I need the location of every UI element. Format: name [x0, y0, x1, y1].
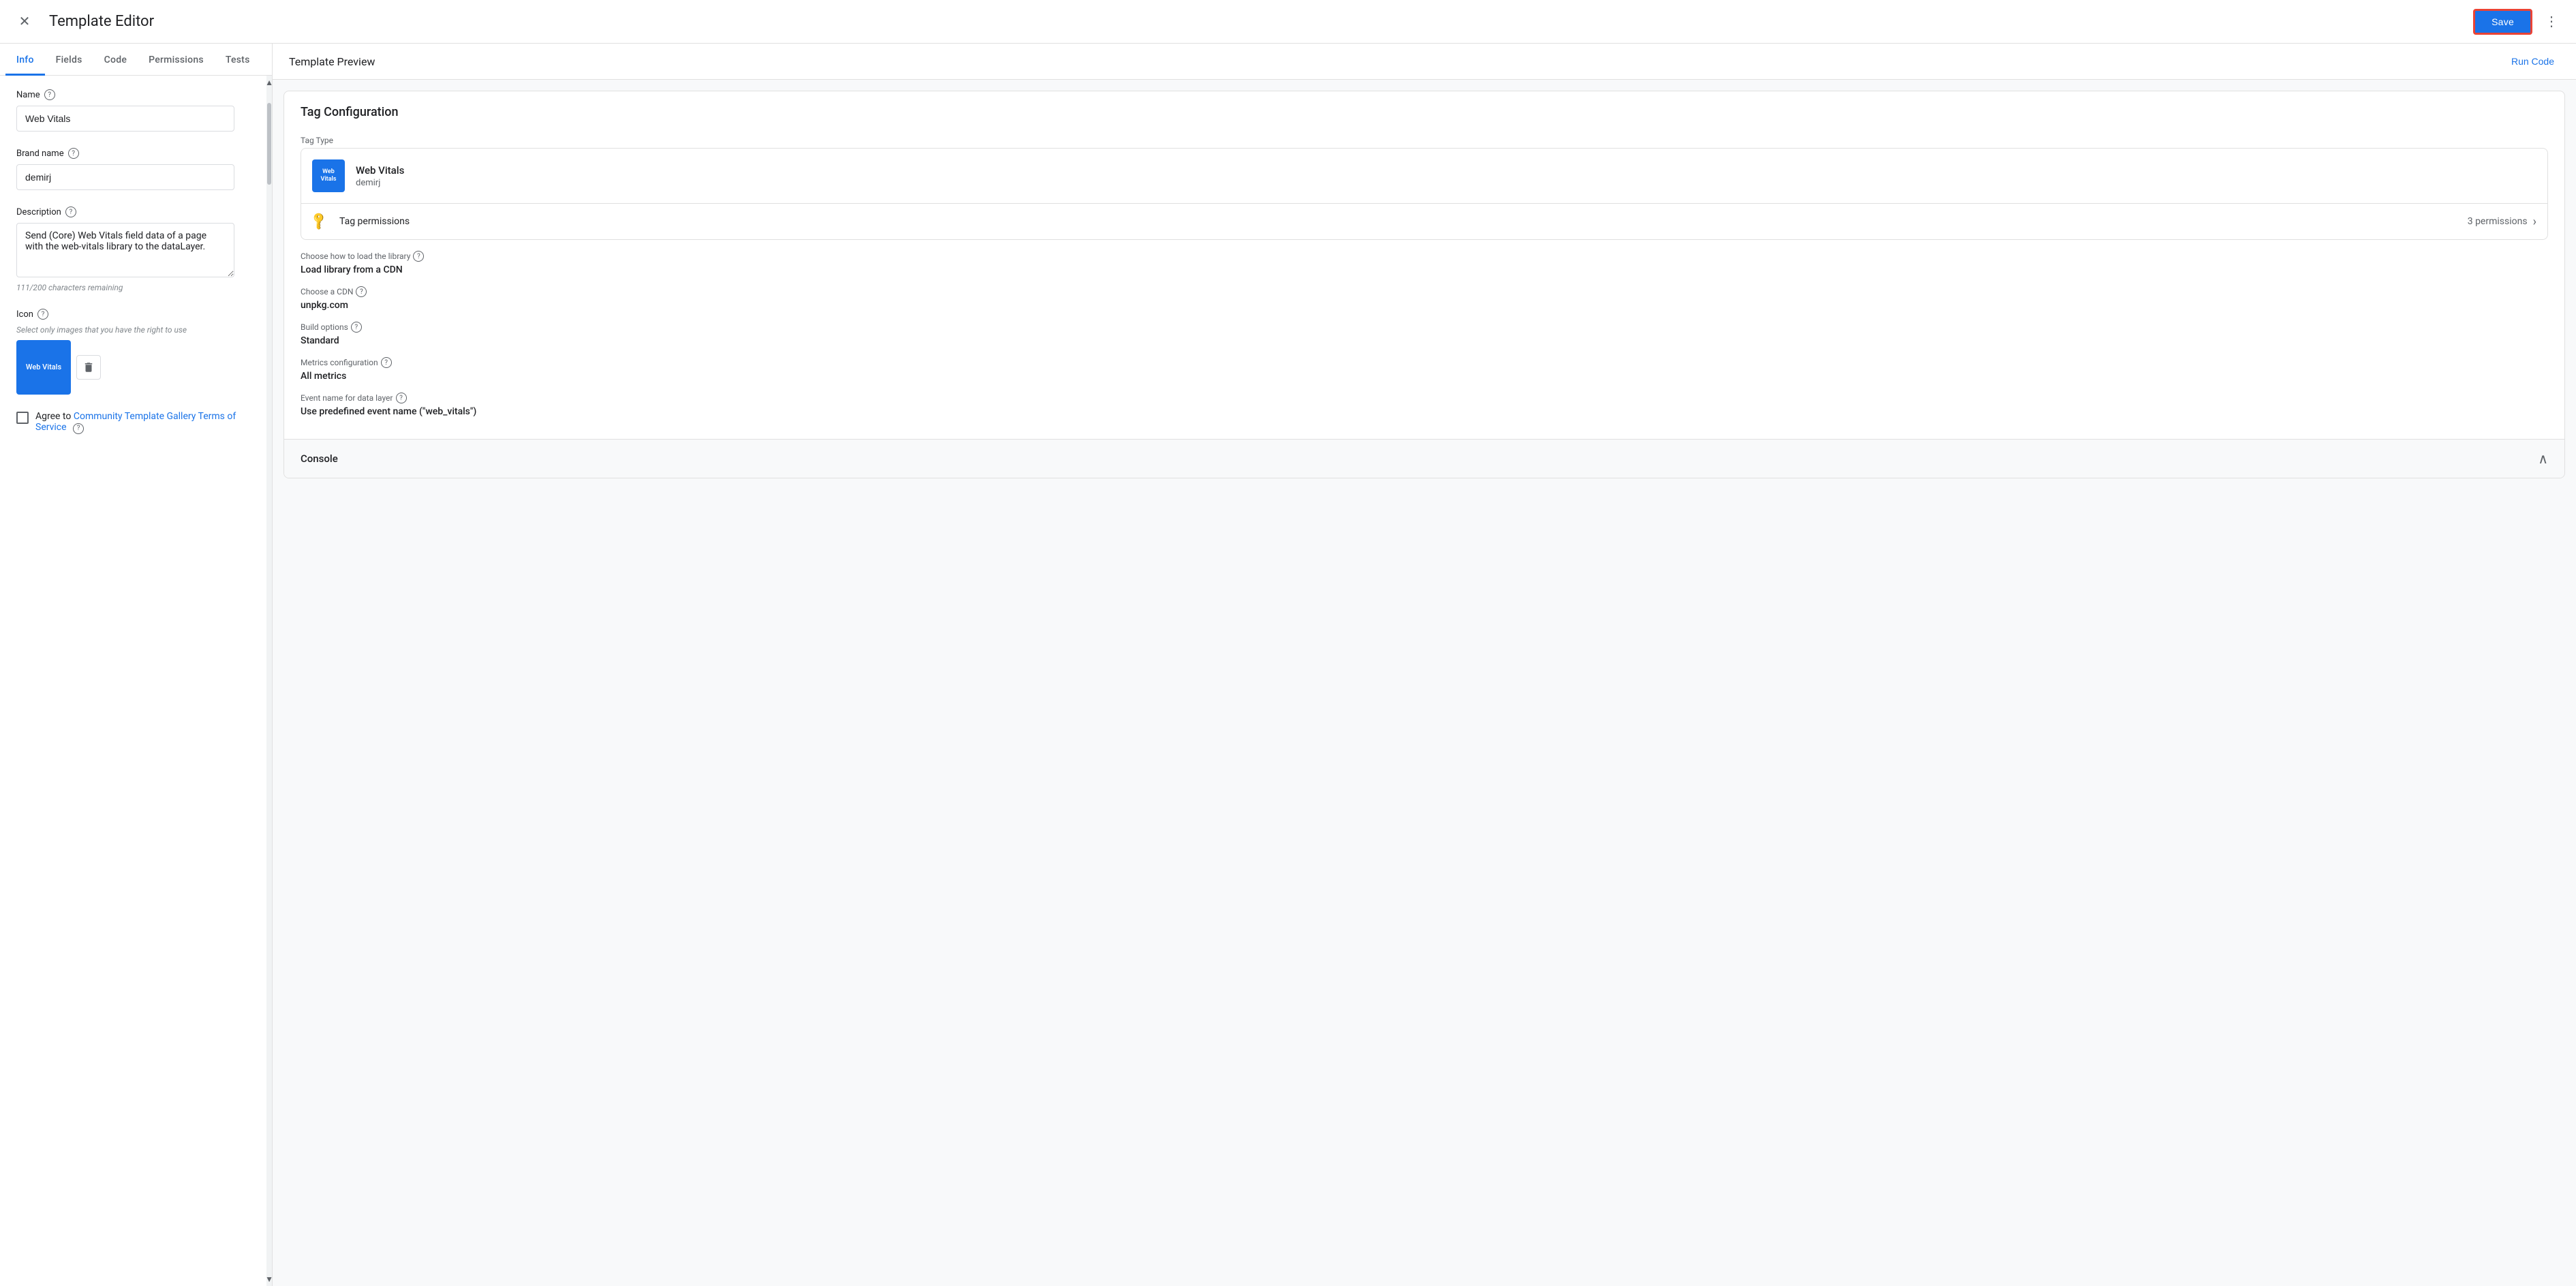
run-code-button[interactable]: Run Code [2506, 52, 2560, 71]
console-chevron-icon[interactable]: ∧ [2538, 450, 2548, 467]
icon-help-icon[interactable]: ? [37, 309, 48, 320]
save-button[interactable]: Save [2473, 9, 2532, 35]
left-panel: Info Fields Code Permissions Tests Name … [0, 44, 273, 1286]
cdn-value: unpkg.com [301, 300, 2548, 311]
build-value: Standard [301, 335, 2548, 346]
permissions-label: Tag permissions [339, 216, 2468, 227]
cdn-help-icon[interactable]: ? [356, 286, 367, 297]
tos-checkbox[interactable] [16, 412, 29, 424]
build-help-icon[interactable]: ? [351, 322, 362, 333]
cdn-label: Choose a CDN ? [301, 286, 2548, 297]
description-help-icon[interactable]: ? [65, 206, 76, 217]
header-left: ✕ Template Editor [11, 8, 154, 35]
library-value: Load library from a CDN [301, 264, 2548, 275]
description-label: Description ? [16, 206, 250, 217]
tag-type-card: Web Vitals Web Vitals demirj 🔑 Tag permi… [301, 148, 2548, 240]
description-field-group: Description ? 111/200 characters remaini… [16, 206, 250, 292]
preview-card: Tag Configuration Tag Type Web Vitals We… [283, 91, 2565, 478]
event-help-icon[interactable]: ? [396, 393, 407, 403]
header: ✕ Template Editor Save ⋮ [0, 0, 2576, 44]
name-help-icon[interactable]: ? [44, 89, 55, 100]
page-title: Template Editor [49, 13, 154, 30]
tab-fields[interactable]: Fields [45, 44, 93, 76]
more-options-button[interactable]: ⋮ [2538, 8, 2565, 35]
tag-brand: demirj [356, 178, 2536, 188]
console-title: Console [301, 453, 338, 465]
event-config-item: Event name for data layer ? Use predefin… [301, 393, 2548, 417]
trash-icon [82, 361, 95, 373]
brand-name-label: Brand name ? [16, 148, 250, 159]
icon-delete-button[interactable] [76, 355, 101, 380]
name-field-group: Name ? [16, 89, 250, 132]
tag-type-row[interactable]: Web Vitals Web Vitals demirj [301, 149, 2547, 204]
icon-container: Web Vitals [16, 340, 250, 395]
tag-name: Web Vitals [356, 164, 2536, 177]
metrics-value: All metrics [301, 371, 2548, 382]
tab-permissions[interactable]: Permissions [138, 44, 215, 76]
console-section: Console ∧ [284, 439, 2564, 478]
event-value: Use predefined event name ("web_vitals") [301, 406, 2548, 417]
brand-name-input[interactable] [16, 164, 234, 190]
event-label: Event name for data layer ? [301, 393, 2548, 403]
name-input[interactable] [16, 106, 234, 132]
library-help-icon[interactable]: ? [413, 251, 424, 262]
icon-preview: Web Vitals [16, 340, 71, 395]
library-label: Choose how to load the library ? [301, 251, 2548, 262]
right-header: Template Preview Run Code [273, 44, 2576, 80]
metrics-config-item: Metrics configuration ? All metrics [301, 357, 2548, 382]
header-right: Save ⋮ [2473, 8, 2565, 35]
config-section: Choose how to load the library ? Load li… [284, 251, 2564, 439]
brand-name-help-icon[interactable]: ? [68, 148, 79, 159]
close-button[interactable]: ✕ [11, 8, 38, 35]
char-count: 111/200 characters remaining [16, 283, 250, 292]
library-config-item: Choose how to load the library ? Load li… [301, 251, 2548, 275]
cdn-config-item: Choose a CDN ? unpkg.com [301, 286, 2548, 311]
tabs: Info Fields Code Permissions Tests [0, 44, 272, 76]
tag-icon-box: Web Vitals [312, 159, 345, 192]
right-panel: Template Preview Run Code Tag Configurat… [273, 44, 2576, 1286]
icon-label: Icon ? [16, 309, 250, 320]
tab-info[interactable]: Info [5, 44, 45, 76]
scrollbar-track[interactable]: ▲ ▼ [266, 76, 272, 1286]
scrollbar-thumb[interactable] [267, 103, 271, 185]
name-label: Name ? [16, 89, 250, 100]
build-config-item: Build options ? Standard [301, 322, 2548, 346]
build-label: Build options ? [301, 322, 2548, 333]
icon-field-group: Icon ? Select only images that you have … [16, 309, 250, 395]
preview-title: Template Preview [289, 55, 375, 68]
brand-name-field-group: Brand name ? [16, 148, 250, 190]
tos-help-icon[interactable]: ? [73, 423, 84, 434]
scroll-arrow-up[interactable]: ▲ [266, 76, 272, 89]
description-textarea[interactable] [16, 223, 234, 277]
key-icon: 🔑 [309, 210, 332, 233]
main-layout: Info Fields Code Permissions Tests Name … [0, 44, 2576, 1286]
tag-type-label: Tag Type [284, 130, 2564, 148]
tag-permissions-row[interactable]: 🔑 Tag permissions 3 permissions › [301, 204, 2547, 239]
scroll-arrow-down[interactable]: ▼ [266, 1272, 272, 1286]
tos-section: Agree to Community Template Gallery Term… [16, 411, 250, 434]
permissions-count: 3 permissions [2468, 216, 2528, 227]
metrics-label: Metrics configuration ? [301, 357, 2548, 368]
chevron-right-icon: › [2533, 215, 2536, 229]
tag-info: Web Vitals demirj [356, 164, 2536, 188]
tag-config-title: Tag Configuration [284, 91, 2564, 130]
tab-code[interactable]: Code [93, 44, 138, 76]
tos-text: Agree to Community Template Gallery Term… [35, 411, 250, 434]
tab-tests[interactable]: Tests [215, 44, 261, 76]
right-content: Tag Configuration Tag Type Web Vitals We… [273, 80, 2576, 1286]
metrics-help-icon[interactable]: ? [381, 357, 392, 368]
left-content: Name ? Brand name ? Descriptio [0, 76, 266, 1286]
icon-hint: Select only images that you have the rig… [16, 325, 250, 335]
